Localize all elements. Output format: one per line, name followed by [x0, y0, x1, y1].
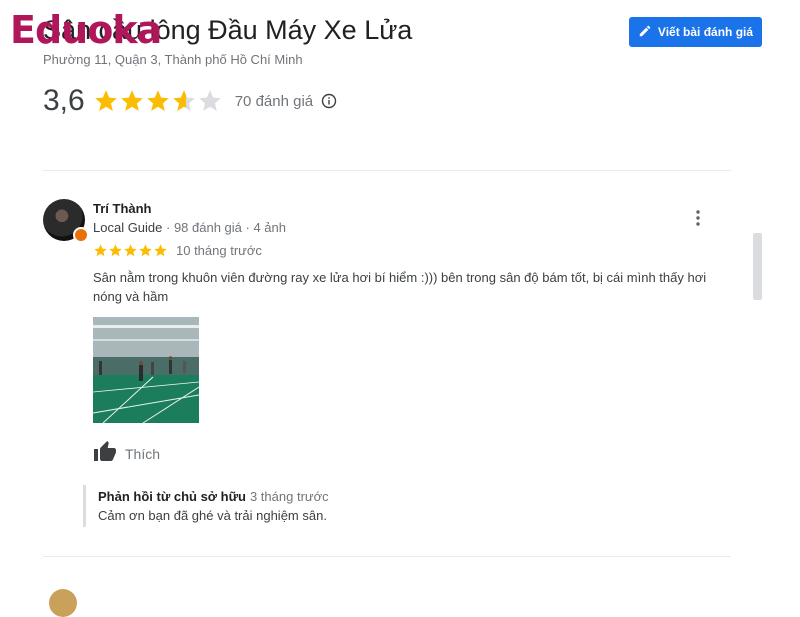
- owner-reply: Phản hồi từ chủ sở hữu 3 tháng trước Cảm …: [83, 485, 329, 527]
- reviewer-stats: · 98 đánh giá · 4 ảnh: [162, 220, 286, 235]
- star-icon: [139, 244, 152, 257]
- star-icon: [154, 244, 167, 257]
- avatar[interactable]: [49, 589, 77, 617]
- write-review-button[interactable]: Viết bài đánh giá: [629, 17, 762, 47]
- avatar[interactable]: [43, 199, 89, 243]
- divider: [43, 170, 731, 171]
- review-count[interactable]: 70 đánh giá: [235, 93, 313, 110]
- star-icon: [146, 90, 169, 111]
- owner-reply-date: 3 tháng trước: [249, 489, 329, 504]
- rating-summary: 3,6 70 đánh giá: [43, 84, 337, 118]
- rating-value: 3,6: [43, 84, 85, 117]
- like-button[interactable]: Thích: [93, 440, 160, 467]
- write-review-label: Viết bài đánh giá: [657, 25, 754, 39]
- divider: [43, 556, 731, 557]
- owner-reply-text: Cảm ơn bạn đã ghé và trải nghiệm sân.: [98, 508, 327, 523]
- owner-reply-header: Phản hồi từ chủ sở hữu 3 tháng trước: [98, 489, 329, 504]
- scrollbar[interactable]: [753, 233, 762, 300]
- reviewer-name[interactable]: Trí Thành: [93, 201, 152, 216]
- watermark-logo: Eduoka: [10, 8, 162, 52]
- star-icon: [172, 90, 195, 111]
- review-date: 10 tháng trước: [176, 243, 262, 258]
- star-icon: [94, 244, 107, 257]
- place-address: Phường 11, Quận 3, Thành phố Hồ Chí Minh: [43, 52, 303, 67]
- star-icon: [94, 90, 117, 111]
- pencil-icon: [638, 24, 652, 41]
- local-guide-label: Local Guide: [93, 220, 163, 235]
- thumbs-up-icon: [93, 440, 117, 467]
- like-label: Thích: [125, 445, 161, 462]
- review-text: Sân nằm trong khuôn viên đường ray xe lử…: [93, 270, 707, 304]
- owner-reply-title: Phản hồi từ chủ sở hữu: [98, 489, 246, 504]
- review-photo[interactable]: [93, 317, 199, 423]
- more-vert-icon[interactable]: [688, 208, 708, 228]
- review-stars: [93, 243, 168, 258]
- star-icon: [198, 90, 221, 111]
- rating-stars: [93, 88, 223, 114]
- star-icon: [120, 90, 143, 111]
- star-icon: [109, 244, 122, 257]
- reviewer-meta: Local Guide · 98 đánh giá · 4 ảnh: [93, 220, 286, 235]
- local-guide-badge-icon: [73, 227, 89, 243]
- star-icon: [124, 244, 137, 257]
- review-rating: 10 tháng trước: [93, 243, 262, 258]
- info-icon[interactable]: [321, 93, 337, 109]
